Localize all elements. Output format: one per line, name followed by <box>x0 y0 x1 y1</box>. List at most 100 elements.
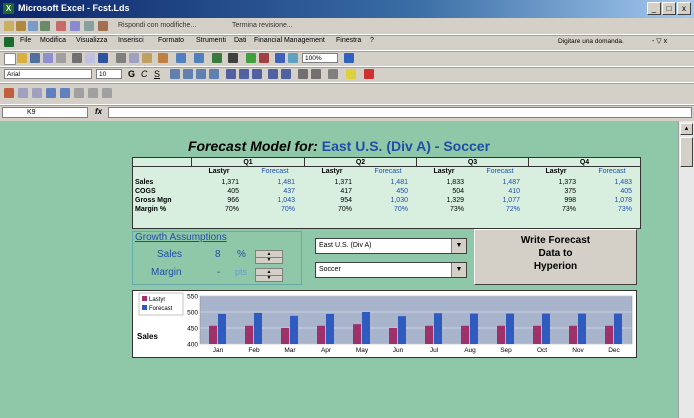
track-icon[interactable] <box>70 21 80 31</box>
font-size-combo[interactable]: 10 <box>96 69 122 79</box>
workbook-icon[interactable] <box>4 37 14 47</box>
euro-icon[interactable] <box>252 69 262 79</box>
font-combo[interactable]: Arial <box>4 69 92 79</box>
connect-icon[interactable] <box>46 88 56 98</box>
end-review[interactable]: Termina revisione... <box>232 22 293 29</box>
table-cell[interactable]: 954 <box>304 196 352 205</box>
table-cell[interactable]: 375 <box>528 187 576 196</box>
increase-indent-icon[interactable] <box>311 69 321 79</box>
table-cell[interactable]: 1,833 <box>416 178 464 187</box>
table-cell[interactable]: 504 <box>416 187 464 196</box>
drawing-icon[interactable] <box>288 53 298 63</box>
menu-data[interactable]: Dati <box>234 37 246 44</box>
table-cell[interactable]: 1,487 <box>472 178 520 187</box>
undo-icon[interactable] <box>176 53 186 63</box>
underline-icon[interactable]: S <box>154 69 164 79</box>
retrieve-icon[interactable] <box>18 88 28 98</box>
function-icon[interactable] <box>102 88 112 98</box>
align-center-icon[interactable] <box>183 69 193 79</box>
borders-icon[interactable] <box>328 69 338 79</box>
window-controls-icon[interactable]: - ▽ x <box>652 37 667 45</box>
menu-help[interactable]: ? <box>370 37 374 44</box>
close-button[interactable]: x <box>677 2 691 15</box>
sort-ascending-icon[interactable] <box>246 53 256 63</box>
spin-down-icon[interactable]: ▼ <box>256 257 282 263</box>
table-cell[interactable]: 1,371 <box>191 178 239 187</box>
sort-descending-icon[interactable] <box>259 53 269 63</box>
comment-icon[interactable] <box>56 21 66 31</box>
table-cell[interactable]: 405 <box>584 187 632 196</box>
table-cell[interactable]: 1,371 <box>304 178 352 187</box>
options-icon[interactable] <box>74 88 84 98</box>
align-left-icon[interactable] <box>170 69 180 79</box>
align-right-icon[interactable] <box>196 69 206 79</box>
sales-chart[interactable]: 550 500 450 400 Jan Feb Mar Apr May Jun Jul Aug Sep O… <box>132 290 637 358</box>
cut-icon[interactable] <box>116 53 126 63</box>
menu-edit[interactable]: Modifica <box>40 37 66 44</box>
autosum-icon[interactable] <box>228 53 238 63</box>
fx-icon[interactable]: fx <box>95 107 102 116</box>
new-icon[interactable] <box>4 53 16 65</box>
paste-icon[interactable] <box>142 53 152 63</box>
font-color-icon[interactable] <box>364 69 374 79</box>
margin-spinner[interactable]: ▲ ▼ <box>255 268 283 282</box>
decrease-indent-icon[interactable] <box>298 69 308 79</box>
spin-down-icon[interactable]: ▼ <box>256 275 282 281</box>
product-dropdown[interactable]: Soccer ▼ <box>315 262 467 278</box>
table-cell[interactable]: 437 <box>247 187 295 196</box>
scroll-thumb[interactable] <box>680 137 693 167</box>
table-cell[interactable]: 1,481 <box>360 178 408 187</box>
menu-file[interactable]: File <box>20 37 31 44</box>
decrease-decimal-icon[interactable] <box>281 69 291 79</box>
help-icon[interactable] <box>344 53 354 63</box>
sales-spinner[interactable]: ▲ ▼ <box>255 250 283 264</box>
table-cell[interactable]: 417 <box>304 187 352 196</box>
scroll-up-icon[interactable]: ▲ <box>680 123 693 135</box>
redo-icon[interactable] <box>194 53 204 63</box>
table-cell[interactable]: 1,077 <box>472 196 520 205</box>
fill-color-icon[interactable] <box>346 69 356 79</box>
chevron-down-icon[interactable]: ▼ <box>451 263 466 277</box>
table-cell[interactable]: 1,043 <box>247 196 295 205</box>
menu-format[interactable]: Formato <box>158 37 184 44</box>
print-preview-icon[interactable] <box>85 53 95 63</box>
table-cell[interactable]: 1,030 <box>360 196 408 205</box>
increase-decimal-icon[interactable] <box>268 69 278 79</box>
menu-window[interactable]: Finestra <box>336 37 361 44</box>
table-cell[interactable]: 1,078 <box>584 196 632 205</box>
reply-icon[interactable] <box>40 21 50 31</box>
table-cell[interactable]: 405 <box>191 187 239 196</box>
table-cell[interactable]: 70% <box>191 205 239 214</box>
table-cell[interactable]: 1,483 <box>584 178 632 187</box>
calc-icon[interactable] <box>88 88 98 98</box>
division-dropdown[interactable]: East U.S. (Div A) ▼ <box>315 238 467 254</box>
copy-icon[interactable] <box>129 53 139 63</box>
permission-icon[interactable] <box>43 53 53 63</box>
table-cell[interactable]: 73% <box>584 205 632 214</box>
disconnect-icon[interactable] <box>60 88 70 98</box>
table-cell[interactable]: 72% <box>472 205 520 214</box>
chart-wizard-icon[interactable] <box>275 53 285 63</box>
mail-icon[interactable] <box>56 53 66 63</box>
zoom-combo[interactable]: 100% <box>302 53 338 63</box>
table-cell[interactable]: 1,373 <box>528 178 576 187</box>
merge-center-icon[interactable] <box>209 69 219 79</box>
menu-insert[interactable]: Inserisci <box>118 37 144 44</box>
table-cell[interactable]: 73% <box>528 205 576 214</box>
open-icon[interactable] <box>17 53 27 63</box>
open-icon[interactable] <box>4 21 14 31</box>
print-icon[interactable] <box>72 53 82 63</box>
menu-view[interactable]: Visualizza <box>76 37 107 44</box>
menu-tools[interactable]: Strumenti <box>196 37 226 44</box>
save-icon[interactable] <box>30 53 40 63</box>
mail-icon[interactable] <box>28 21 38 31</box>
table-cell[interactable]: 70% <box>304 205 352 214</box>
name-box[interactable]: K9 <box>2 107 88 118</box>
spelling-icon[interactable] <box>98 53 108 63</box>
share-icon[interactable] <box>84 21 94 31</box>
table-cell[interactable]: 966 <box>191 196 239 205</box>
table-cell[interactable]: 410 <box>472 187 520 196</box>
formula-input[interactable] <box>108 107 692 118</box>
maximize-button[interactable]: □ <box>662 2 676 15</box>
write-forecast-button[interactable]: Write Forecast Data to Hyperion <box>474 229 637 285</box>
